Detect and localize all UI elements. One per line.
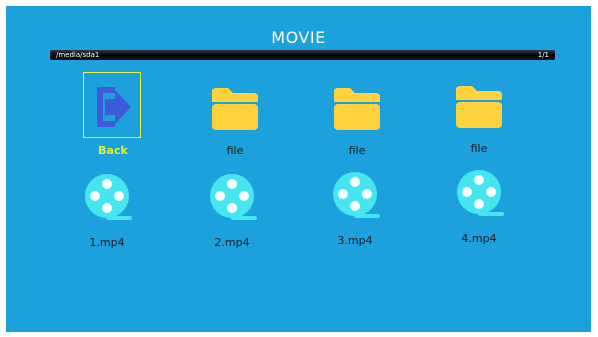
grid-item-label: file [348, 144, 366, 157]
grid-item-label: 1.mp4 [89, 236, 125, 249]
film-reel-icon [210, 174, 257, 220]
file-browser-screen: MOVIE /media/sda1 1/1 Back file file fil… [6, 6, 591, 332]
grid-item-folder-1[interactable]: file [185, 76, 285, 166]
folder-icon [456, 86, 502, 128]
folder-icon [212, 88, 258, 130]
current-path: /media/sda1 [56, 51, 100, 59]
grid-item-video-1[interactable]: 1.mp4 [57, 170, 157, 250]
film-reel-icon [85, 174, 132, 220]
grid-item-label: file [226, 144, 244, 157]
grid-item-video-2[interactable]: 2.mp4 [182, 170, 282, 250]
grid-item-folder-3[interactable]: file [429, 74, 529, 164]
back-exit-icon [97, 87, 131, 127]
grid-item-video-4[interactable]: 4.mp4 [429, 166, 529, 246]
grid-item-label: 3.mp4 [337, 234, 373, 247]
grid-item-label: 2.mp4 [214, 236, 250, 249]
grid-item-label: file [470, 142, 488, 155]
grid-item-video-3[interactable]: 3.mp4 [305, 168, 405, 248]
grid-item-back[interactable]: Back [63, 76, 163, 166]
grid-item-label: Back [98, 144, 128, 157]
folder-icon [334, 88, 380, 130]
film-reel-icon [333, 172, 380, 218]
grid-item-folder-2[interactable]: file [307, 76, 407, 166]
film-reel-icon [457, 170, 504, 216]
page-indicator: 1/1 [537, 51, 549, 59]
path-bar: /media/sda1 1/1 [50, 50, 555, 60]
grid-item-label: 4.mp4 [461, 232, 497, 245]
page-title: MOVIE [271, 28, 326, 47]
